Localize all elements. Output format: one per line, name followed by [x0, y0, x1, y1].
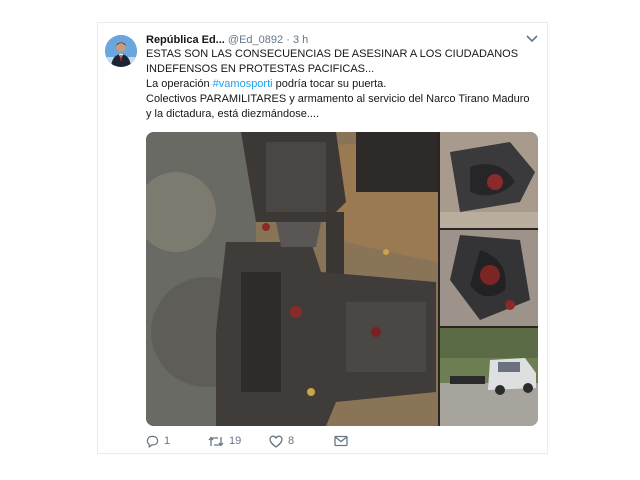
direct-message-icon	[334, 435, 348, 447]
tweet-text-fragment: La operación	[146, 78, 210, 90]
timestamp[interactable]: 3 h	[293, 34, 308, 46]
reply-count: 1	[164, 435, 171, 447]
bodies-photo-top[interactable]	[440, 132, 538, 228]
tweet-actions: 1 19 8	[146, 433, 446, 449]
media-grid	[146, 132, 538, 426]
tweet-text: ESTAS SON LAS CONSECUENCIAS DE ASESINAR …	[146, 47, 533, 122]
display-name[interactable]: República Ed...	[146, 34, 225, 46]
user-handle[interactable]: @Ed_0892	[228, 34, 283, 46]
avatar[interactable]	[105, 35, 137, 67]
car-photo[interactable]	[440, 328, 538, 426]
hashtag-link[interactable]: #vamosporti	[213, 78, 273, 90]
direct-message-button[interactable]	[334, 433, 348, 449]
retweet-icon	[208, 436, 224, 446]
tweet-text-fragment: podría tocar su puerta.	[275, 78, 387, 90]
separator-dot: ·	[286, 34, 290, 46]
retweet-button[interactable]: 19	[208, 433, 241, 449]
bodies-photo-middle[interactable]	[440, 230, 538, 326]
like-count: 8	[288, 435, 295, 447]
tweet-text-line: ESTAS SON LAS CONSECUENCIAS DE ASESINAR …	[146, 48, 519, 75]
tweet-text-line: Colectivos PARAMILITARES y armamento al …	[146, 93, 530, 120]
tweet-card[interactable]: República Ed... @Ed_0892 · 3 h ESTAS SON…	[97, 22, 548, 454]
reply-button[interactable]: 1	[146, 433, 170, 449]
weapon-photo[interactable]	[146, 132, 438, 426]
reply-icon	[146, 435, 159, 448]
like-button[interactable]: 8	[269, 433, 294, 449]
tweet-text-line: La operación #vamosporti podría tocar su…	[146, 77, 533, 92]
chevron-down-icon[interactable]	[525, 33, 539, 45]
heart-icon	[269, 435, 283, 448]
retweet-count: 19	[229, 435, 242, 447]
avatar-image	[105, 35, 137, 67]
tweet-header: República Ed... @Ed_0892 · 3 h	[146, 32, 537, 48]
